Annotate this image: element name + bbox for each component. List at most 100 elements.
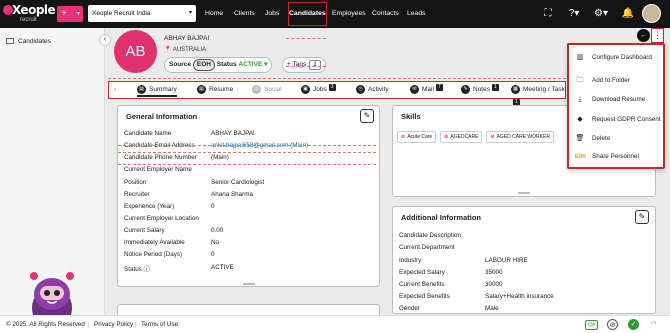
field-label: Notice Period (Days) (124, 251, 183, 258)
logo-brand: Xeople (12, 3, 56, 17)
resume-icon: ▤ (197, 84, 206, 94)
notice-value: 0 (211, 251, 215, 258)
candidate-location: 📍 AUSTRALIA (164, 46, 206, 53)
info-icon[interactable]: ⓘ (144, 266, 150, 273)
settings-icon[interactable]: ⚙▾ (591, 7, 611, 21)
tab-scroll-left[interactable]: ‹ (114, 82, 116, 97)
menu-item-download-resume[interactable]: ⤓ Download Resume (575, 96, 645, 104)
tenant-select[interactable]: Xeople Recruit India ▾ (88, 5, 196, 22)
more-options-button[interactable]: ⋮ (651, 28, 664, 43)
tab-meeting-task[interactable]: ▦ Meeting / Task1 (511, 82, 565, 106)
field-label: Current Benefits (399, 281, 445, 288)
tab-notes[interactable]: ✎ Notes 1 (461, 82, 499, 97)
expand-icon[interactable]: ⛶ (541, 7, 555, 21)
user-avatar[interactable] (642, 4, 661, 23)
meeting-icon: ▦ (511, 84, 520, 94)
expected-salary-value: 35000 (485, 269, 503, 276)
skill-label: AGED CARE WORKER (496, 134, 550, 140)
highlight-line (118, 145, 376, 146)
menu-item-share-personnel[interactable]: EOH Share Personnel (575, 153, 639, 160)
current-benefits-value: 30000 (485, 281, 503, 288)
skill-tag[interactable]: ⊘ AGED CARE WORKER (486, 131, 554, 143)
recruiter-value: Ahana Sharma (211, 191, 254, 198)
source-label: Source (169, 61, 192, 68)
menu-item-label: Download Resume (592, 96, 646, 103)
qa-badge: QA (585, 320, 599, 330)
tab-activity[interactable]: ◷ Activity (356, 82, 389, 97)
status-dropdown[interactable]: ACTIVE ▾ (238, 61, 267, 68)
skill-tag[interactable]: ⊘ Acute Care (397, 131, 437, 143)
source-pill[interactable]: EOH (192, 59, 215, 71)
gender-value: Male (485, 305, 499, 312)
chevron-down-icon: ▾ (264, 61, 268, 68)
help-icon[interactable]: ?▾ (564, 7, 584, 21)
mail-icon: ✉ (410, 84, 419, 94)
footer-divider: | (88, 321, 90, 328)
bell-icon[interactable]: 🔔 (621, 7, 635, 21)
privacy-link[interactable]: Privacy Policy (94, 316, 133, 333)
field-label: Current Salary (124, 227, 165, 234)
nav-home[interactable]: Home (205, 0, 223, 28)
tags-count: 1 (309, 60, 321, 70)
menu-item-label: Request GDPR Consent (592, 116, 661, 123)
skill-label: AGEDCARE (450, 134, 479, 140)
field-label: Immediately Available (124, 239, 185, 246)
nav-candidates[interactable]: Candidates (286, 0, 329, 28)
remove-tag-icon[interactable]: ⊘ (401, 134, 405, 140)
field-label: Expected Salary (399, 269, 445, 276)
tab-jobs[interactable]: ▣ Jobs 3 (301, 82, 336, 97)
terms-link[interactable]: Terms of Use (141, 316, 178, 333)
nav-clients[interactable]: Clients (234, 0, 255, 28)
check-icon[interactable]: ✓ (628, 319, 639, 330)
menu-item-request-gdpr-consent[interactable]: ◆ Request GDPR Consent (575, 115, 661, 123)
field-label: Current Employer Location (124, 215, 199, 222)
edit-general-button[interactable]: ✎ (360, 109, 374, 123)
source-status-bar: Source EOH Status ACTIVE ▾ (164, 57, 273, 73)
tab-social[interactable]: ◎ Social (252, 82, 282, 97)
remove-tag-icon[interactable]: ⊘ (444, 134, 448, 140)
back-button[interactable]: ← (637, 29, 650, 42)
highlight-line (118, 164, 376, 165)
block-icon[interactable]: ⊘ (607, 319, 618, 330)
tab-mail[interactable]: ✉ Mail 7 (410, 82, 443, 97)
tab-badge: 7 (435, 84, 443, 91)
resize-handle[interactable] (518, 192, 530, 194)
menu-item-label: Add to Folder (592, 77, 630, 84)
tab-summary[interactable]: ▤ Summary (137, 82, 177, 97)
guide-line (286, 38, 326, 39)
menu-item-label: Configure Dashboard (592, 54, 652, 61)
trash-icon: 🗑 (575, 135, 585, 142)
copyright-text: © 2025. All Rights Reserved (6, 321, 85, 328)
expected-benefits-value: Salary+Health insurance (485, 293, 554, 300)
menu-item-delete[interactable]: 🗑 Delete (575, 134, 611, 142)
tab-resume[interactable]: ▤ Resume (197, 82, 233, 97)
tab-badge: 3 (328, 84, 336, 91)
nav-employees[interactable]: Employees (332, 0, 366, 28)
field-label: Position (124, 179, 147, 186)
chevron-down-icon: ▾ (188, 10, 192, 16)
collapse-sidebar-button[interactable]: ‹ (99, 34, 111, 46)
folder-icon: 🗀 (576, 77, 584, 84)
status-field-value: ACTIVE (211, 264, 234, 271)
tenant-value: Xeople Recruit India (92, 10, 151, 17)
edit-additional-button[interactable]: ✎ (635, 210, 649, 224)
menu-item-configure-dashboard[interactable]: ▥ Configure Dashboard (575, 53, 652, 61)
guide-line (108, 78, 566, 79)
availability-value: No (211, 239, 220, 246)
remove-tag-icon[interactable]: ⊘ (490, 134, 494, 140)
nav-jobs[interactable]: Jobs (265, 0, 279, 28)
nav-leads[interactable]: Leads (407, 0, 426, 28)
tags-button[interactable]: + Tags 1 (282, 57, 326, 73)
candidate-name-value: ABHAY BAJPAI (211, 130, 255, 137)
resize-handle[interactable] (243, 283, 255, 285)
menu-item-add-to-folder[interactable]: 🗀 Add to Folder (575, 76, 630, 87)
nav-contacts[interactable]: Contacts (372, 0, 399, 28)
xeople-logo[interactable]: Xeople recruit (3, 3, 56, 25)
quick-add-button[interactable]: + ▾ (57, 6, 83, 22)
logo-sub: recruit (20, 17, 37, 23)
tab-label: Summary (149, 86, 177, 93)
summary-icon: ▤ (137, 84, 146, 94)
sidebar-item-candidates[interactable]: Candidates (6, 38, 51, 45)
skill-tag[interactable]: ⊘ AGEDCARE (440, 131, 483, 143)
location-pin-icon: 📍 (164, 47, 172, 53)
